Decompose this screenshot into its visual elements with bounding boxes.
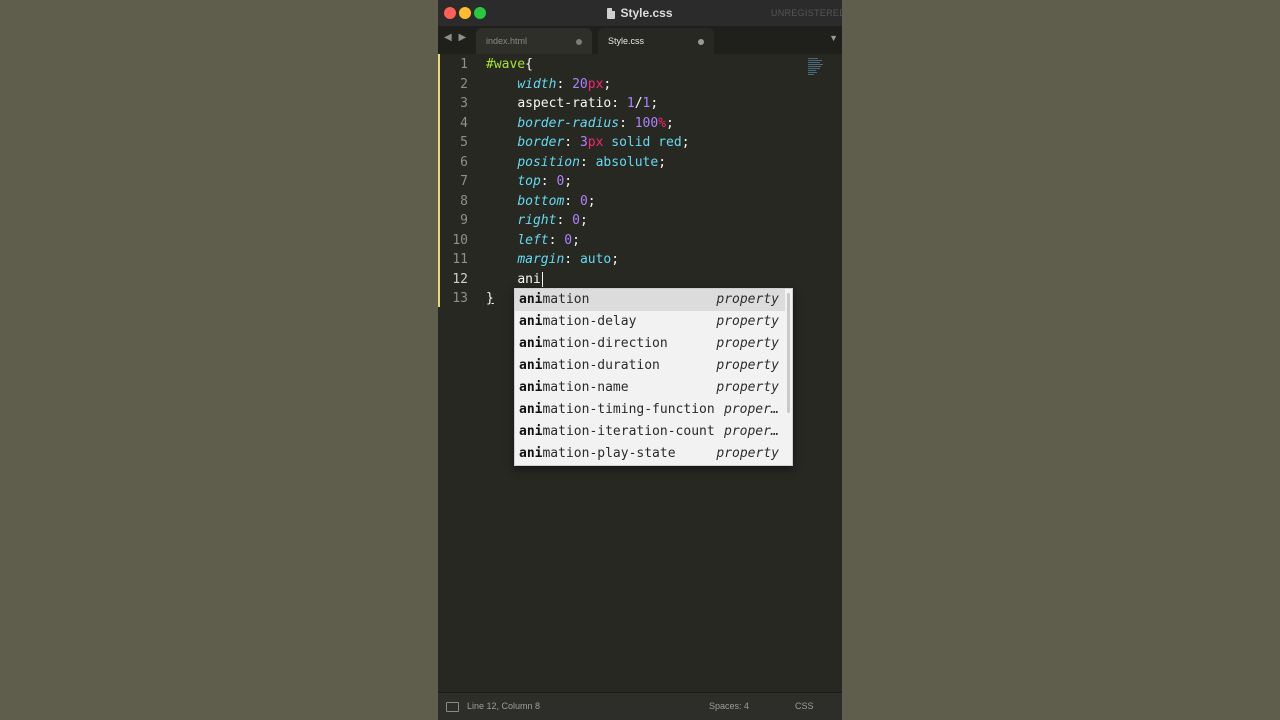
indentation-setting[interactable]: Spaces: 4 <box>709 701 749 711</box>
tab-label: Style.css <box>608 36 645 46</box>
syntax-selector[interactable]: CSS <box>795 701 814 711</box>
completion-kind: proper… <box>724 424 779 439</box>
window-title: Style.css <box>620 6 673 20</box>
autocomplete-item[interactable]: animation-iteration-count proper… <box>515 421 785 443</box>
tab-label: index.html <box>486 36 528 46</box>
completion-kind: property <box>716 446 779 461</box>
completion-kind: property <box>716 336 779 351</box>
line-number: 5 <box>460 135 468 150</box>
completion-kind: proper… <box>724 402 779 417</box>
code-line-8: bottom: 0; <box>517 193 596 209</box>
code-editor[interactable]: 1 2 3 4 5 6 7 8 9 10 11 12 13 #wave{ wid… <box>438 54 842 692</box>
completion-text: mation-duration <box>542 358 660 373</box>
line-number: 4 <box>460 115 468 131</box>
typed-text: ani <box>517 271 541 287</box>
cursor-position: Line 12, Column 8 <box>467 701 541 711</box>
completion-kind: property <box>716 292 779 307</box>
line-number: 8 <box>460 193 468 209</box>
tab-index-html[interactable]: index.html <box>476 28 592 54</box>
title-bar: Style.css UNREGISTERED <box>438 0 842 27</box>
video-letterbox-left <box>0 0 438 720</box>
match-prefix: ani <box>519 446 543 461</box>
match-prefix: ani <box>519 402 543 417</box>
code-line-10: left: 0; <box>517 232 580 248</box>
code-line-7: top: 0; <box>517 174 573 189</box>
editor-scrollbar[interactable] <box>836 58 840 688</box>
line-number: 2 <box>460 76 468 92</box>
line-number: 13 <box>452 291 468 306</box>
completion-text: mation-delay <box>542 314 637 329</box>
line-number: 6 <box>460 154 468 170</box>
tab-nav-arrows-icon[interactable]: ◀ ▶ <box>444 32 468 43</box>
line-gutter: 1 2 3 4 5 6 7 8 9 10 11 12 13 <box>438 54 478 692</box>
autocomplete-scrollbar[interactable] <box>787 293 790 413</box>
code-line-5: border: 3px solid red; <box>517 135 690 150</box>
code-line-13: } <box>486 291 494 306</box>
code-line-4: border-radius: 100%; <box>517 115 674 131</box>
line-number: 1 <box>460 57 468 72</box>
unregistered-label: UNREGISTERED <box>770 8 842 18</box>
completion-kind: property <box>716 380 779 395</box>
match-prefix: ani <box>519 380 543 395</box>
match-prefix: ani <box>519 314 543 329</box>
panel-toggle-icon[interactable] <box>446 702 459 712</box>
tab-close-dot-icon[interactable] <box>698 39 704 45</box>
autocomplete-item[interactable]: animation-play-state property <box>515 443 785 465</box>
text-cursor <box>541 271 543 287</box>
status-bar: Line 12, Column 8 Spaces: 4 CSS <box>438 692 842 720</box>
match-prefix: ani <box>519 358 543 373</box>
line-number: 11 <box>452 252 468 267</box>
code-line-1: #wave{ <box>486 57 533 72</box>
completion-text: mation <box>542 292 590 307</box>
editor-window: Style.css UNREGISTERED ◀ ▶ index.html St… <box>438 0 842 720</box>
code-line-6: position: absolute; <box>517 154 667 170</box>
completion-text: mation-iteration-count <box>542 424 715 439</box>
line-number: 9 <box>460 213 468 228</box>
autocomplete-item[interactable]: animation-timing-function proper… <box>515 399 785 421</box>
completion-kind: property <box>716 358 779 373</box>
completion-text: mation-name <box>542 380 629 395</box>
line-number: 3 <box>460 96 468 111</box>
autocomplete-item[interactable]: animation-name property <box>515 377 785 399</box>
match-prefix: ani <box>519 292 543 307</box>
autocomplete-item[interactable]: animation-direction property <box>515 333 785 355</box>
video-letterbox-right <box>842 0 1280 720</box>
tab-close-dot-icon[interactable] <box>576 39 582 45</box>
match-prefix: ani <box>519 336 543 351</box>
line-number: 10 <box>452 232 468 248</box>
completion-text: mation-direction <box>542 336 668 351</box>
completion-text: mation-timing-function <box>542 402 715 417</box>
line-number-current: 12 <box>452 271 468 287</box>
document-icon <box>607 7 616 19</box>
tab-dropdown-icon[interactable]: ▼ <box>829 33 838 43</box>
completion-kind: property <box>716 314 779 329</box>
code-line-11: margin: auto; <box>517 252 620 267</box>
autocomplete-item[interactable]: animation-duration property <box>515 355 785 377</box>
completion-text: mation-play-state <box>542 446 676 461</box>
code-line-12: ani <box>486 270 543 290</box>
code-line-3: aspect-ratio: 1/1; <box>517 96 659 111</box>
autocomplete-popup[interactable]: animation property animation-delay prope… <box>514 288 793 466</box>
tab-style-css[interactable]: Style.css <box>598 28 714 54</box>
autocomplete-item-selected[interactable]: animation property <box>515 289 785 311</box>
match-prefix: ani <box>519 424 543 439</box>
tab-bar: ◀ ▶ index.html Style.css ▼ <box>438 26 842 54</box>
code-line-2: width: 20px; <box>517 76 612 92</box>
autocomplete-item[interactable]: animation-delay property <box>515 311 785 333</box>
line-number: 7 <box>460 174 468 189</box>
code-line-9: right: 0; <box>517 213 588 228</box>
minimap[interactable] <box>808 58 824 78</box>
